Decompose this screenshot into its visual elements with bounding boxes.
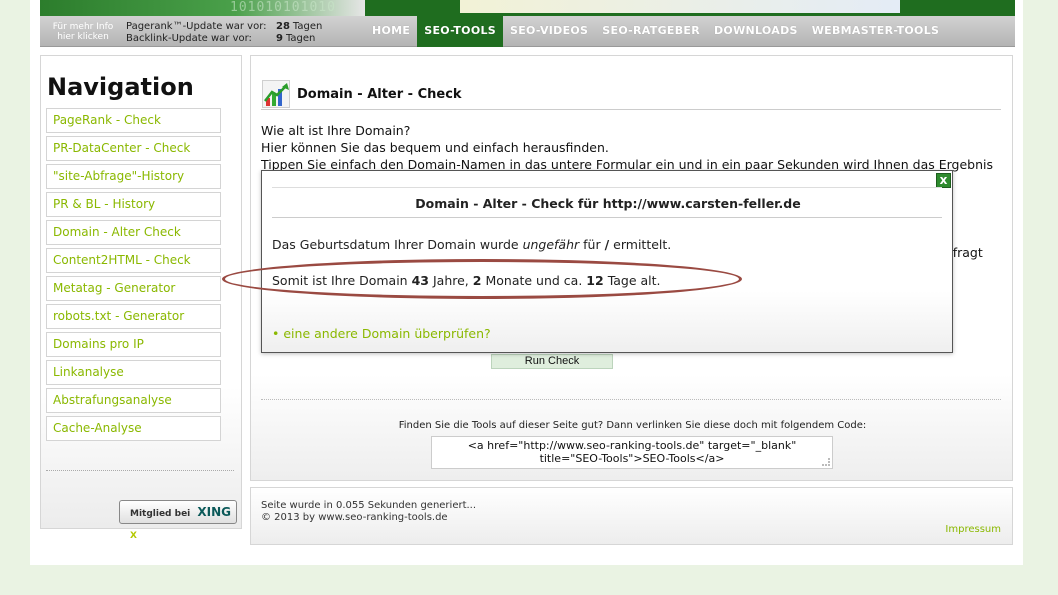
sidebar-nav-list: PageRank - Check PR-DataCenter - Check "… xyxy=(46,108,221,444)
menu-seo-ratgeber[interactable]: SEO-RATGEBER xyxy=(595,16,707,47)
menu-home[interactable]: HOME xyxy=(365,16,417,47)
xing-logo-icon: X xyxy=(130,531,137,541)
page-title: Domain - Alter - Check xyxy=(297,87,462,102)
bullet-icon: • xyxy=(272,326,280,341)
sidebar-item-metatag-generator[interactable]: Metatag - Generator xyxy=(46,276,221,301)
menu-downloads[interactable]: DOWNLOADS xyxy=(707,16,805,47)
footer: Seite wurde in 0.055 Sekunden generiert.… xyxy=(250,487,1013,545)
close-icon[interactable]: x xyxy=(936,173,951,188)
birth-date-approx: ungefähr xyxy=(522,237,580,252)
link-promo-text: Finden Sie die Tools auf dieser Seite gu… xyxy=(398,420,867,431)
backlink-update-label: Backlink-Update war vor: xyxy=(126,33,252,44)
link-code-line-2: title="SEO-Tools">SEO-Tools</a> xyxy=(539,452,725,465)
backlink-update-days: 9 xyxy=(276,33,283,44)
main-menu: HOME SEO-TOOLS SEO-VIDEOS SEO-RATGEBER D… xyxy=(365,16,946,47)
sidebar-item-linkanalyse[interactable]: Linkanalyse xyxy=(46,360,221,385)
pagerank-update-unit: Tagen xyxy=(292,21,323,32)
birth-date-text-a: Das Geburtsdatum Ihrer Domain wurde xyxy=(272,237,519,252)
run-check-button[interactable]: Run Check xyxy=(491,354,613,369)
pagerank-update-label: Pagerank™-Update war vor: xyxy=(126,21,267,32)
menu-seo-tools[interactable]: SEO-TOOLS xyxy=(417,16,503,47)
domain-age-result: Somit ist Ihre Domain 43 Jahre, 2 Monate… xyxy=(272,273,661,288)
check-another-row: • eine andere Domain überprüfen? xyxy=(272,326,491,341)
sidebar: Navigation PageRank - Check PR-DataCente… xyxy=(40,55,242,541)
link-code-line-1: <a href="http://www.seo-ranking-tools.de… xyxy=(467,439,797,452)
birth-date-text-c: ermittelt. xyxy=(613,237,672,252)
sidebar-item-abstrafungsanalyse[interactable]: Abstrafungsanalyse xyxy=(46,388,221,413)
sidebar-item-cache-analyse[interactable]: Cache-Analyse xyxy=(46,416,221,441)
age-years: 43 xyxy=(411,273,429,288)
menu-webmaster-tools[interactable]: WEBMASTER-TOOLS xyxy=(805,16,947,47)
sidebar-item-site-abfrage-history[interactable]: "site-Abfrage"-History xyxy=(46,164,221,189)
sidebar-title: Navigation xyxy=(47,73,194,101)
copyright: © 2013 by www.seo-ranking-tools.de xyxy=(261,512,448,523)
age-years-label: Jahre, xyxy=(432,273,469,288)
sidebar-item-pagerank-check[interactable]: PageRank - Check xyxy=(46,108,221,133)
backlink-update-unit: Tagen xyxy=(285,33,316,44)
age-days-label: Tage alt. xyxy=(607,273,661,288)
dialog-bottom-fade xyxy=(262,291,952,352)
impressum-link[interactable]: Impressum xyxy=(945,524,1001,535)
chart-trend-icon xyxy=(262,80,290,108)
dialog-top-divider xyxy=(272,187,942,188)
result-dialog: x Domain - Alter - Check für http://www.… xyxy=(261,170,953,353)
age-months: 2 xyxy=(472,273,482,288)
birth-date-text-b: für xyxy=(583,237,601,252)
more-info-link[interactable]: Für mehr Info hier klicken xyxy=(46,22,120,42)
sidebar-item-content2html-check[interactable]: Content2HTML - Check xyxy=(46,248,221,273)
tool-header: Domain - Alter - Check xyxy=(261,78,1001,110)
link-code-textarea[interactable]: <a href="http://www.seo-ranking-tools.de… xyxy=(431,436,833,469)
check-another-domain-link[interactable]: eine andere Domain überprüfen? xyxy=(283,326,490,341)
banner-binary-text: 101010101010 xyxy=(230,0,336,15)
banner-image xyxy=(460,0,900,13)
age-prefix: Somit ist Ihre Domain xyxy=(272,273,408,288)
age-days: 12 xyxy=(586,273,604,288)
xing-prefix: Mitglied bei xyxy=(130,509,191,519)
top-navbar: Für mehr Info hier klicken Pagerank™-Upd… xyxy=(40,16,1015,47)
dialog-title: Domain - Alter - Check für http://www.ca… xyxy=(415,196,801,211)
update-info: Pagerank™-Update war vor: 28 Tagen Backl… xyxy=(126,21,322,45)
page: 101010101010 Für mehr Info hier klicken … xyxy=(30,0,1023,565)
sidebar-item-domains-pro-ip[interactable]: Domains pro IP xyxy=(46,332,221,357)
content-divider xyxy=(261,399,1001,400)
footer-text: Seite wurde in 0.055 Sekunden generiert.… xyxy=(261,500,476,524)
intro-line-1: Wie alt ist Ihre Domain? xyxy=(261,123,411,138)
sidebar-item-pr-datacenter-check[interactable]: PR-DataCenter - Check xyxy=(46,136,221,161)
intro-text: Wie alt ist Ihre Domain? Hier können Sie… xyxy=(261,122,1021,173)
sidebar-item-domain-alter-check[interactable]: Domain - Alter Check xyxy=(46,220,221,245)
xing-member-badge[interactable]: Mitglied bei XING X xyxy=(119,500,237,541)
resize-grip-icon[interactable] xyxy=(822,458,830,466)
intro-line-2: Hier können Sie das bequem und einfach h… xyxy=(261,140,609,155)
menu-seo-videos[interactable]: SEO-VIDEOS xyxy=(503,16,595,47)
dialog-title-divider xyxy=(272,217,942,218)
generation-time: Seite wurde in 0.055 Sekunden generiert.… xyxy=(261,500,477,511)
header-banner: 101010101010 xyxy=(40,0,1015,16)
birth-date-text: Das Geburtsdatum Ihrer Domain wurde unge… xyxy=(272,237,671,252)
xing-wordmark: XING xyxy=(197,505,232,519)
birth-date-value: / xyxy=(604,237,610,252)
sidebar-divider xyxy=(46,470,234,471)
sidebar-item-robots-generator[interactable]: robots.txt - Generator xyxy=(46,304,221,329)
sidebar-item-pr-bl-history[interactable]: PR & BL - History xyxy=(46,192,221,217)
age-months-label: Monate und ca. xyxy=(485,273,583,288)
pagerank-update-days: 28 xyxy=(276,21,290,32)
